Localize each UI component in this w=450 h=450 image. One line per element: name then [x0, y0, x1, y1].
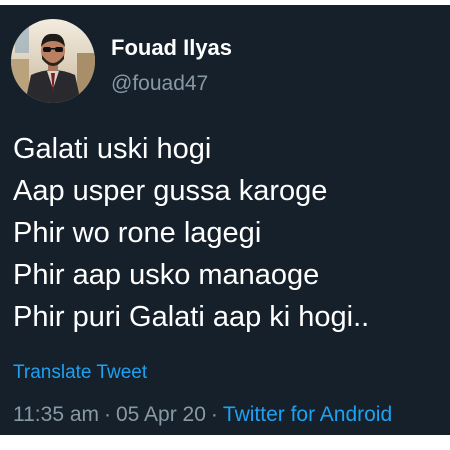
tweet-source-link[interactable]: Twitter for Android [223, 403, 392, 426]
tweet-line: Phir aap usko manaoge [13, 259, 320, 291]
tweet-meta: 11:35 am · 05 Apr 20 · Twitter for Android [13, 403, 392, 427]
translate-tweet-link[interactable]: Translate Tweet [13, 362, 147, 384]
tweet-line: Phir puri Galati aap ki hogi.. [13, 301, 370, 333]
meta-separator: · [210, 403, 218, 426]
meta-separator: · [104, 403, 111, 426]
tweet-date[interactable]: 05 Apr 20 [116, 403, 206, 426]
tweet-line: Aap usper gussa karoge [13, 175, 328, 207]
screenshot-frame: Fouad Ilyas @fouad47 Galati uski hogi Aa… [0, 0, 450, 450]
author-display-name[interactable]: Fouad Ilyas [111, 35, 232, 61]
tweet-line: Galati uski hogi [13, 133, 212, 165]
tweet-text: Galati uski hogi Aap usper gussa karoge … [13, 128, 443, 338]
author-handle[interactable]: @fouad47 [111, 72, 208, 96]
tweet-card: Fouad Ilyas @fouad47 Galati uski hogi Aa… [0, 5, 450, 435]
avatar[interactable] [11, 19, 95, 103]
tweet-line: Phir wo rone lagegi [13, 217, 262, 249]
tweet-time: 11:35 am [13, 403, 99, 426]
avatar-photo [11, 19, 95, 103]
